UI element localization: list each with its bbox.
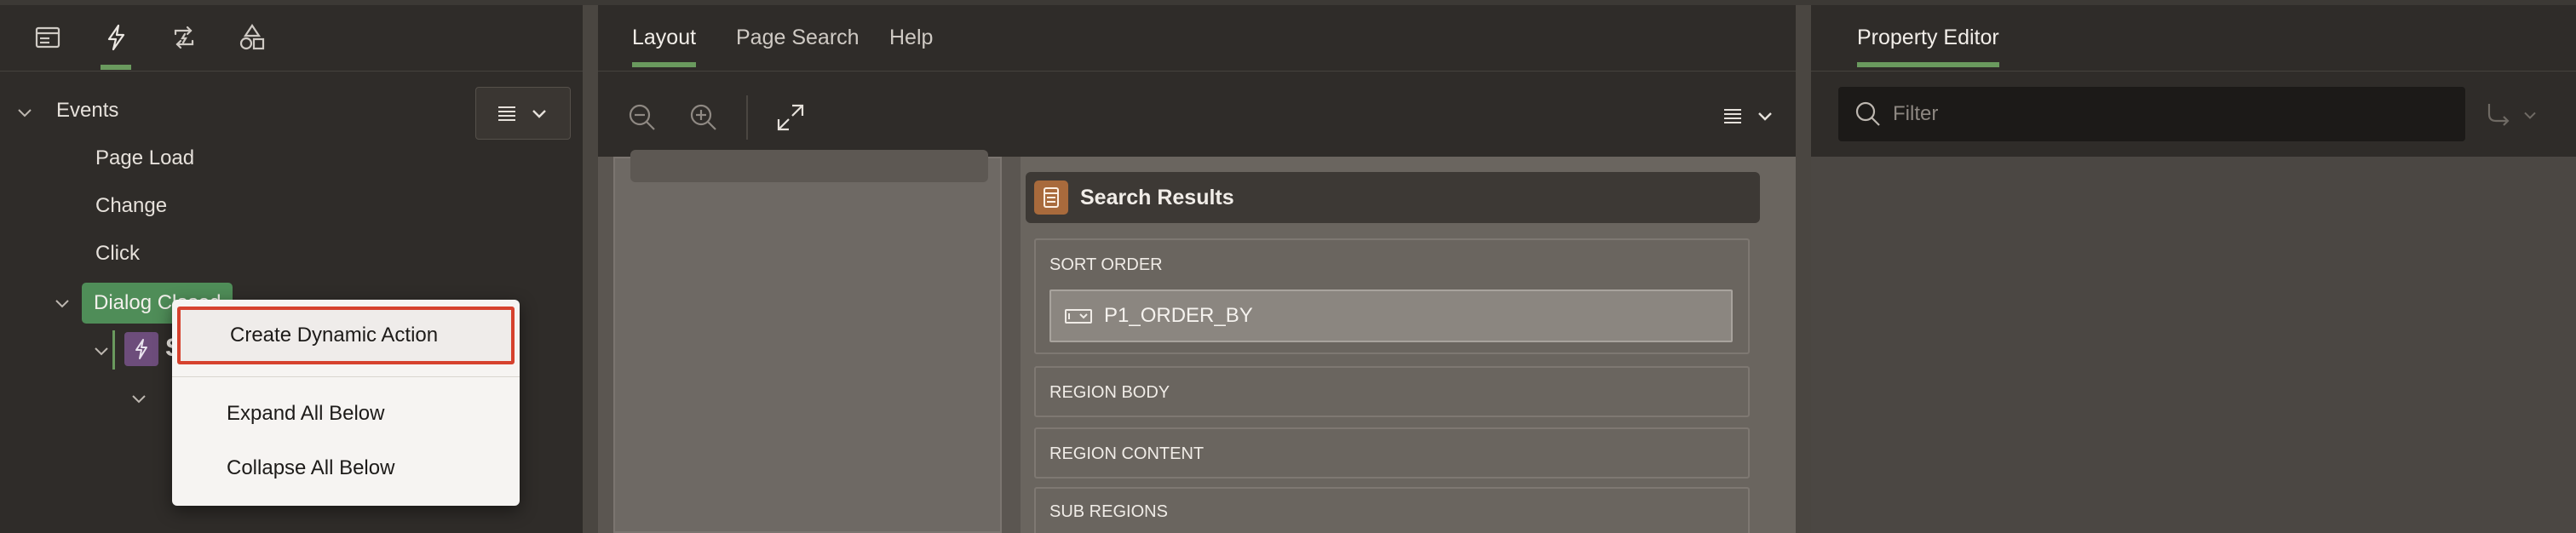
menu-lines-icon <box>498 106 515 121</box>
go-to-group-icon <box>2487 104 2510 126</box>
region-title: Search Results <box>1080 186 1234 209</box>
context-menu: Create Dynamic Action Expand All Below C… <box>172 300 520 506</box>
tree-node-page-load[interactable]: Page Load <box>95 146 194 170</box>
dynamic-action-icon <box>124 332 158 366</box>
page-item-label: P1_ORDER_BY <box>1104 304 1253 327</box>
menu-lines-icon <box>1724 109 1741 123</box>
pane-splitter-left[interactable] <box>583 5 598 533</box>
chevron-down-icon <box>532 110 546 118</box>
layout-canvas: Search Results SORT ORDER P1_ORDER_BY RE… <box>598 150 1811 533</box>
slot-sub-regions[interactable]: SUB REGIONS <box>1034 487 1750 533</box>
slot-label: SORT ORDER <box>1049 255 1163 274</box>
layout-menu-button[interactable] <box>1721 104 1777 128</box>
left-tab-bar <box>0 5 583 72</box>
shared-components-tab-icon[interactable] <box>233 19 271 56</box>
slot-label: REGION CONTENT <box>1049 444 1205 463</box>
region-placeholder <box>630 150 988 182</box>
tree-node-change[interactable]: Change <box>95 194 167 218</box>
rendering-tab-icon[interactable] <box>29 19 66 56</box>
chevron-down-icon[interactable] <box>90 341 112 363</box>
region-icon <box>1034 181 1068 215</box>
pane-splitter-right[interactable] <box>1796 5 1811 533</box>
tab-property-editor[interactable]: Property Editor <box>1857 26 1999 67</box>
tree-menu-button[interactable] <box>475 87 571 140</box>
chevron-down-icon <box>2524 112 2536 119</box>
menu-item-collapse-all-below[interactable]: Collapse All Below <box>172 441 520 496</box>
chevron-down-icon[interactable] <box>128 388 150 410</box>
menu-item-expand-all-below[interactable]: Expand All Below <box>172 387 520 441</box>
property-editor-body <box>1811 157 2576 533</box>
property-editor-tab-bar: Property Editor <box>1811 5 2576 72</box>
layout-toolbar <box>598 72 1811 157</box>
slot-label: REGION BODY <box>1049 383 1170 402</box>
zoom-in-icon[interactable] <box>687 100 721 135</box>
region-search-results[interactable]: Search Results <box>1026 172 1760 223</box>
chevron-down-icon[interactable] <box>14 102 36 124</box>
selection-indicator <box>112 330 115 370</box>
slot-label: SUB REGIONS <box>1049 502 1168 521</box>
processing-tab-icon[interactable] <box>165 19 203 56</box>
expand-icon[interactable] <box>773 100 808 135</box>
slot-sort-order[interactable]: SORT ORDER P1_ORDER_BY <box>1034 238 1750 354</box>
dynamic-actions-tab-icon[interactable] <box>97 19 135 70</box>
filter-input[interactable] <box>1893 97 2404 131</box>
layout-pane: Layout Page Search Help Search Results S… <box>598 5 1811 533</box>
tab-layout[interactable]: Layout <box>632 26 697 67</box>
tree-node-events[interactable]: Events <box>56 99 118 123</box>
menu-separator <box>172 376 520 377</box>
zoom-out-icon[interactable] <box>625 100 659 135</box>
slot-region-body[interactable]: REGION BODY <box>1034 366 1750 417</box>
tab-help[interactable]: Help <box>889 26 933 50</box>
chevron-down-icon[interactable] <box>51 293 73 315</box>
tree-node-click[interactable]: Click <box>95 242 140 266</box>
page-item-p1-order-by[interactable]: P1_ORDER_BY <box>1049 289 1733 342</box>
search-icon <box>1855 101 1880 126</box>
slot-region-content[interactable]: REGION CONTENT <box>1034 427 1750 479</box>
layout-tab-bar: Layout Page Search Help <box>598 5 1811 72</box>
chevron-down-icon <box>1758 112 1772 121</box>
filter-field[interactable] <box>1838 87 2465 141</box>
go-to-group-button[interactable] <box>2484 94 2552 136</box>
select-list-icon <box>1065 309 1092 324</box>
tab-page-search[interactable]: Page Search <box>736 26 860 50</box>
grid-region-left[interactable] <box>613 150 1002 533</box>
toolbar-separator <box>746 95 748 140</box>
property-editor-pane: Property Editor <box>1811 5 2576 533</box>
menu-item-create-dynamic-action[interactable]: Create Dynamic Action <box>177 307 515 364</box>
